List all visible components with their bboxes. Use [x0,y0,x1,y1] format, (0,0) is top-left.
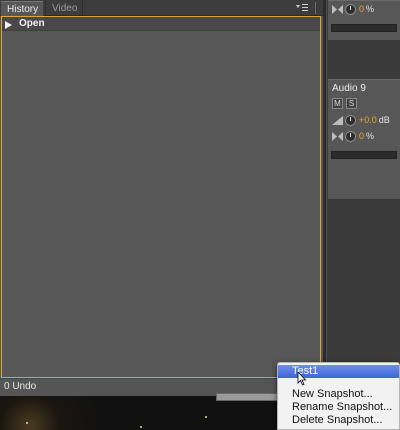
pan-knob[interactable] [345,3,356,15]
star-decoration [26,422,28,424]
tab-video[interactable]: Video [45,1,83,16]
tab-history-label: History [7,4,39,15]
pan-knob[interactable] [345,130,356,142]
pan-unit: % [366,131,375,141]
pan-icon [332,4,343,14]
panel-menu-icon[interactable] [295,3,309,12]
tab-video-label: Video [52,3,78,14]
history-panel: History × Video Open 0 Undo [0,0,323,396]
open-file-icon [5,20,12,29]
menu-item-rename-snapshot[interactable]: Rename Snapshot... [278,401,399,414]
solo-button[interactable]: S [346,98,357,109]
history-list[interactable]: Open [1,16,321,378]
mute-button[interactable]: M [332,98,343,109]
pan-unit: % [366,4,375,14]
menu-item-new-snapshot[interactable]: New Snapshot... [278,388,399,401]
audio-track-9: Audio 9 M S +0.0 dB 0 % [328,79,400,199]
star-decoration [205,416,207,418]
audio-track-upper: 0 % [328,0,400,40]
volume-unit: dB [378,115,390,125]
volume-fader[interactable] [331,151,397,159]
history-item-open[interactable]: Open [2,17,320,31]
pan-value[interactable]: 0 [359,131,364,141]
volume-value[interactable]: +0.0 [359,115,377,125]
tab-history[interactable]: History × [1,1,43,29]
pan-row: 0 % [332,130,374,142]
undo-count: 0 Undo [4,381,37,392]
pointer-cursor-icon [297,370,307,386]
pan-icon [332,131,343,141]
panel-grip-icon[interactable] [315,2,321,14]
history-item-label: Open [19,18,45,29]
background-window-strip [216,393,278,401]
pan-row: 0 % [332,3,374,15]
star-decoration [140,426,142,428]
panel-tab-bar: History × Video [0,0,323,29]
menu-item-delete-snapshot[interactable]: Delete Snapshot... [278,414,399,427]
volume-knob[interactable] [345,114,356,126]
snapshot-context-menu: Test1 New Snapshot... Rename Snapshot...… [277,362,400,430]
audio-mixer-panel: 0 % Audio 9 M S +0.0 dB 0 % [323,0,400,396]
volume-fader[interactable] [331,24,397,32]
volume-ramp-icon [332,115,343,125]
pan-value[interactable]: 0 [359,4,364,14]
mixer-divider[interactable] [323,0,327,396]
track-name[interactable]: Audio 9 [332,83,366,94]
volume-row: +0.0 dB [332,114,390,126]
